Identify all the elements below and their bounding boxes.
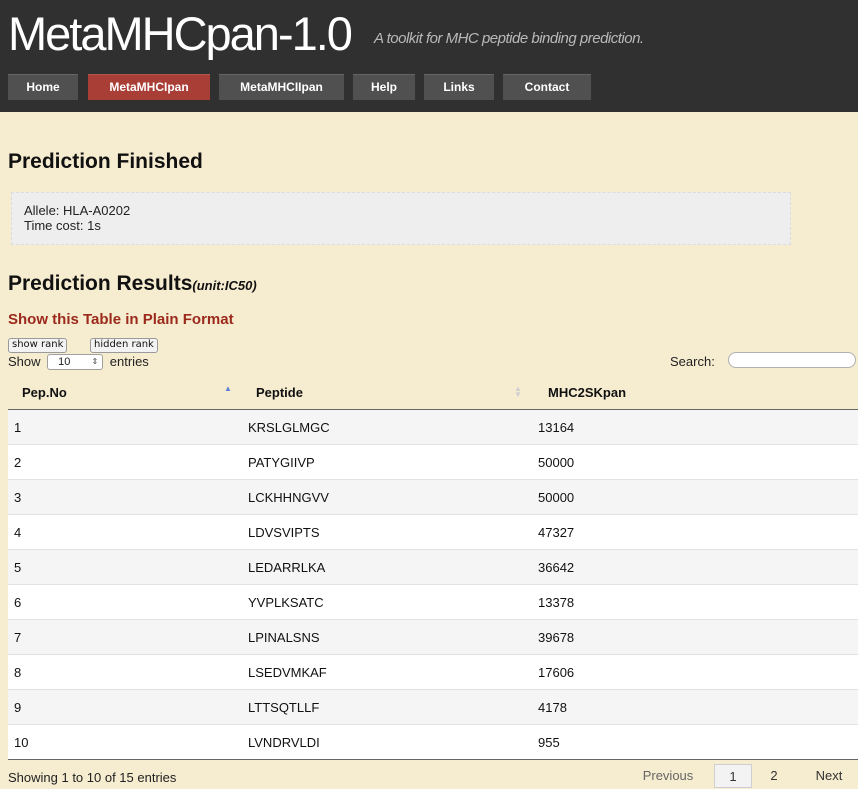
- cell-pep-no: 8: [8, 654, 238, 690]
- entries-length-control: Show 10 ⇕ entries: [8, 353, 149, 371]
- site-header: MetaMHCpan-1.0 A toolkit for MHC peptide…: [0, 0, 858, 112]
- cell-peptide: LVNDRVLDI: [238, 724, 528, 760]
- cell-pep-no: 3: [8, 479, 238, 515]
- cell-pep-no: 9: [8, 689, 238, 725]
- pagination-page-1[interactable]: 1: [714, 764, 752, 788]
- cell-peptide: YVPLKSATC: [238, 584, 528, 620]
- table-info-text: Showing 1 to 10 of 15 entries: [8, 770, 177, 785]
- column-label-mhc2skpan: MHC2SKpan: [548, 384, 627, 400]
- nav-metamhcipan[interactable]: MetaMHCIpan: [88, 74, 210, 100]
- sort-asc-icon: ▲: [224, 384, 232, 393]
- cell-score: 36642: [528, 549, 858, 585]
- pagination-previous[interactable]: Previous: [630, 764, 706, 788]
- nav-contact[interactable]: Contact: [503, 74, 591, 100]
- entries-select[interactable]: 10 ⇕: [47, 353, 104, 370]
- sort-both-icon: ▲▼: [514, 384, 522, 399]
- cell-score: 955: [528, 724, 858, 760]
- site-title: MetaMHCpan-1.0: [8, 7, 353, 60]
- search-label: Search:: [670, 354, 715, 369]
- cell-pep-no: 1: [8, 409, 238, 445]
- table-row: 10 LVNDRVLDI 955: [8, 724, 858, 760]
- column-header-pep-no[interactable]: Pep.No ▲: [8, 375, 238, 410]
- column-header-mhc2skpan[interactable]: MHC2SKpan ▲▼: [528, 375, 858, 410]
- cell-pep-no: 6: [8, 584, 238, 620]
- cell-score: 17606: [528, 654, 858, 690]
- cell-score: 50000: [528, 479, 858, 515]
- pagination-page-2[interactable]: 2: [756, 764, 792, 788]
- prediction-results-title: Prediction Results(unit:IC50): [8, 272, 257, 296]
- cell-score: 13164: [528, 409, 858, 445]
- table-row: 2 PATYGIIVP 50000: [8, 444, 858, 480]
- time-cost-text: Time cost: 1s: [24, 218, 101, 233]
- cell-pep-no: 7: [8, 619, 238, 655]
- plain-format-link[interactable]: Show this Table in Plain Format: [8, 311, 234, 328]
- cell-pep-no: 10: [8, 724, 238, 760]
- column-header-peptide[interactable]: Peptide ▲ ▼: [238, 375, 528, 410]
- results-title-text: Prediction Results: [8, 272, 193, 295]
- cell-score: 47327: [528, 514, 858, 550]
- nav-metamhciipan[interactable]: MetaMHCIIpan: [219, 74, 344, 100]
- cell-score: 50000: [528, 444, 858, 480]
- length-prefix: Show: [8, 354, 41, 369]
- search-input[interactable]: [728, 352, 856, 368]
- table-row: 5 LEDARRLKA 36642: [8, 549, 858, 585]
- table-row: 9 LTTSQTLLF 4178: [8, 689, 858, 725]
- hidden-rank-button[interactable]: hidden rank: [90, 338, 158, 353]
- cell-score: 4178: [528, 689, 858, 725]
- cell-peptide: LEDARRLKA: [238, 549, 528, 585]
- show-rank-button[interactable]: show rank: [8, 338, 68, 353]
- select-arrows-icon: ⇕: [91, 356, 99, 366]
- cell-peptide: PATYGIIVP: [238, 444, 528, 480]
- table-row: 1 KRSLGLMGC 13164: [8, 409, 858, 445]
- cell-peptide: LDVSVIPTS: [238, 514, 528, 550]
- cell-pep-no: 5: [8, 549, 238, 585]
- table-header-row: Pep.No ▲ Peptide ▲▼ MHC2SKpan ▲▼: [8, 375, 858, 410]
- cell-score: 13378: [528, 584, 858, 620]
- cell-score: 39678: [528, 619, 858, 655]
- cell-peptide: LSEDVMKAF: [238, 654, 528, 690]
- cell-peptide: KRSLGLMGC: [238, 409, 528, 445]
- prediction-info-box: Allele: HLA-A0202 Time cost: 1s: [11, 192, 791, 245]
- prediction-finished-title: Prediction Finished: [8, 150, 203, 173]
- entries-select-value: 10: [58, 355, 71, 368]
- table-row: 8 LSEDVMKAF 17606: [8, 654, 858, 690]
- table-row: 4 LDVSVIPTS 47327: [8, 514, 858, 550]
- nav-help[interactable]: Help: [353, 74, 415, 100]
- cell-pep-no: 4: [8, 514, 238, 550]
- cell-peptide: LTTSQTLLF: [238, 689, 528, 725]
- column-label-peptide: Peptide: [256, 384, 303, 400]
- table-row: 6 YVPLKSATC 13378: [8, 584, 858, 620]
- column-label-pep-no: Pep.No: [22, 384, 67, 400]
- cell-peptide: LPINALSNS: [238, 619, 528, 655]
- table-row: 3 LCKHHNGVV 50000: [8, 479, 858, 515]
- allele-text: Allele: HLA-A0202: [24, 203, 131, 218]
- cell-peptide: LCKHHNGVV: [238, 479, 528, 515]
- table-row: 7 LPINALSNS 39678: [8, 619, 858, 655]
- results-table: Pep.No ▲ Peptide ▲▼ MHC2SKpan ▲▼ 1 KRSLG…: [8, 375, 858, 760]
- results-unit: (unit:IC50): [192, 278, 257, 293]
- cell-pep-no: 2: [8, 444, 238, 480]
- pagination-next[interactable]: Next: [804, 764, 854, 788]
- nav-links[interactable]: Links: [424, 74, 494, 100]
- nav-home[interactable]: Home: [8, 74, 78, 100]
- length-suffix: entries: [109, 354, 149, 369]
- site-tagline: A toolkit for MHC peptide binding predic…: [374, 30, 644, 47]
